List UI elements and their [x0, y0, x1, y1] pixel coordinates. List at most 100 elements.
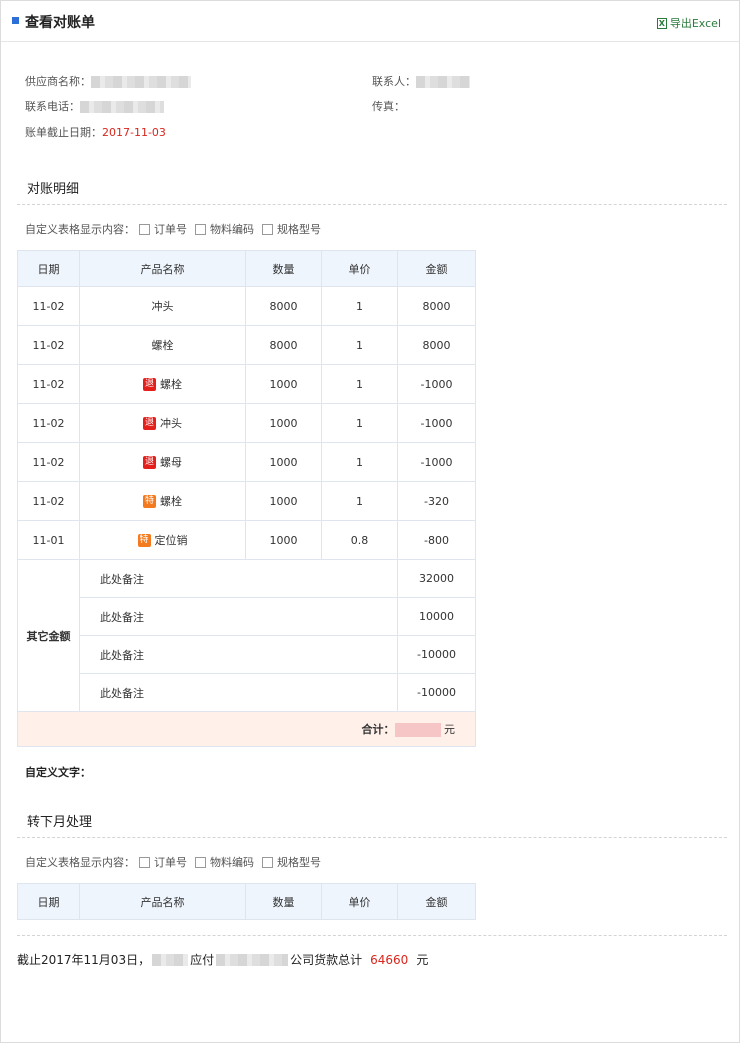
cell-amount: -1000 — [397, 442, 476, 482]
cell-product: 退冲头 — [79, 403, 246, 443]
column-header: 数量 — [245, 250, 322, 287]
product-name: 冲头 — [151, 300, 174, 313]
total-value-redacted — [394, 723, 441, 737]
cell-amount: 8000 — [397, 286, 476, 326]
supplier-info: 供应商名称： — [25, 73, 191, 89]
cell-product: 特螺栓 — [79, 481, 246, 521]
company-redacted — [216, 953, 289, 966]
fax-info: 传真： — [372, 98, 405, 114]
cell-qty: 8000 — [245, 286, 322, 326]
cell-amount: -800 — [397, 520, 476, 560]
summary-unit: 元 — [416, 953, 429, 967]
special-tag-icon: 特 — [137, 533, 151, 547]
next-month-custom-columns: 自定义表格显示内容： 订单号 物料编码 规格型号 — [25, 854, 321, 870]
column-header: 金额 — [397, 250, 476, 287]
other-amount-row: 其它金额 此处备注 32000 — [17, 559, 476, 712]
other-amount-row: 此处备注 -10000 — [18, 635, 476, 674]
detail-section-title: 对账明细 — [27, 182, 80, 197]
contact-name-redacted — [416, 76, 470, 88]
cell-price: 1 — [321, 325, 398, 365]
cell-qty: 1000 — [245, 403, 322, 443]
checkbox[interactable] — [262, 223, 273, 235]
detail-table: 日期 产品名称 数量 单价 金额 11-02 冲头 8000 1 8000 11… — [17, 250, 476, 747]
page-title: 查看对账单 — [25, 15, 95, 31]
product-name: 螺栓 — [151, 339, 174, 352]
divider — [17, 204, 727, 205]
checkbox[interactable] — [195, 856, 206, 868]
cell-date: 11-02 — [17, 481, 80, 521]
product-name: 定位销 — [154, 534, 188, 548]
other-amount-row: 此处备注 10000 — [18, 597, 476, 636]
product-name: 冲头 — [160, 417, 182, 431]
detail-custom-columns: 自定义表格显示内容： 订单号 物料编码 规格型号 — [25, 221, 321, 237]
column-header: 金额 — [397, 883, 476, 920]
summary-total: 64660 — [370, 952, 409, 967]
cell-price: 1 — [321, 403, 398, 443]
cell-price: 1 — [321, 481, 398, 521]
return-tag-icon: 退 — [143, 416, 156, 430]
cell-amount: 10000 — [397, 597, 476, 636]
next-month-section-title: 转下月处理 — [27, 815, 93, 830]
other-amount-row: 此处备注 -10000 — [18, 673, 476, 712]
option-order-no[interactable]: 订单号 — [139, 221, 187, 237]
cell-qty: 1000 — [245, 442, 322, 482]
total-label: 合计： — [361, 723, 395, 736]
option-label: 订单号 — [154, 223, 187, 236]
cell-date: 11-02 — [17, 364, 80, 404]
excel-icon: X — [656, 17, 667, 29]
option-label: 物料编码 — [210, 223, 254, 236]
cell-price: 0.8 — [321, 520, 398, 560]
export-excel-button[interactable]: X 导出Excel — [656, 15, 721, 31]
cell-amount: -1000 — [397, 364, 476, 404]
cell-qty: 8000 — [245, 325, 322, 365]
checkbox[interactable] — [262, 856, 273, 868]
page-header: 查看对账单 X 导出Excel — [1, 1, 739, 42]
cell-product: 退螺母 — [79, 442, 246, 482]
column-header: 产品名称 — [79, 250, 246, 287]
option-label: 物料编码 — [210, 856, 254, 869]
deadline-label: 账单截止日期： — [25, 126, 102, 139]
note-cell: 此处备注 — [79, 673, 398, 712]
summary-prefix: 截止2017年11月03日， — [17, 953, 151, 967]
table-row: 11-02 退冲头 1000 1 -1000 — [17, 403, 476, 443]
return-tag-icon: 退 — [143, 455, 156, 469]
total-cell: 合计： 元 — [17, 711, 476, 747]
phone-label: 联系电话： — [25, 100, 80, 113]
option-material-code[interactable]: 物料编码 — [195, 221, 254, 237]
checkbox[interactable] — [195, 223, 206, 235]
option-material-code[interactable]: 物料编码 — [195, 854, 254, 870]
cell-date: 11-02 — [17, 325, 80, 365]
product-name: 螺栓 — [160, 495, 182, 509]
column-header: 单价 — [321, 883, 398, 920]
checkbox[interactable] — [139, 223, 150, 235]
summary-pay-word: 应付 — [190, 953, 215, 967]
option-spec-model[interactable]: 规格型号 — [262, 854, 321, 870]
option-label: 订单号 — [154, 856, 187, 869]
payment-summary: 截止2017年11月03日， 应付 公司货款总计 64660 元 — [17, 951, 428, 968]
contact-info: 联系人： — [372, 73, 470, 89]
cell-product: 退螺栓 — [79, 364, 246, 404]
phone-redacted — [80, 101, 164, 113]
cell-amount: -10000 — [397, 673, 476, 712]
total-row: 合计： 元 — [17, 711, 476, 747]
cell-amount: 32000 — [397, 559, 476, 598]
cell-amount: -1000 — [397, 403, 476, 443]
cell-amount: -10000 — [397, 635, 476, 674]
cell-qty: 1000 — [245, 520, 322, 560]
checkbox[interactable] — [139, 856, 150, 868]
cell-product: 螺栓 — [79, 325, 246, 365]
table-header: 日期 产品名称 数量 单价 金额 — [17, 883, 476, 920]
export-excel-label: 导出Excel — [669, 17, 721, 30]
column-header: 日期 — [17, 250, 80, 287]
note-cell: 此处备注 — [79, 597, 398, 636]
table-row: 11-02 螺栓 8000 1 8000 — [17, 325, 476, 365]
cell-date: 11-02 — [17, 403, 80, 443]
cell-qty: 1000 — [245, 364, 322, 404]
option-label: 规格型号 — [277, 223, 321, 236]
cell-product: 冲头 — [79, 286, 246, 326]
table-row: 11-02 冲头 8000 1 8000 — [17, 286, 476, 326]
option-order-no[interactable]: 订单号 — [139, 854, 187, 870]
title-marker-icon — [12, 17, 19, 24]
column-header: 日期 — [17, 883, 80, 920]
option-spec-model[interactable]: 规格型号 — [262, 221, 321, 237]
